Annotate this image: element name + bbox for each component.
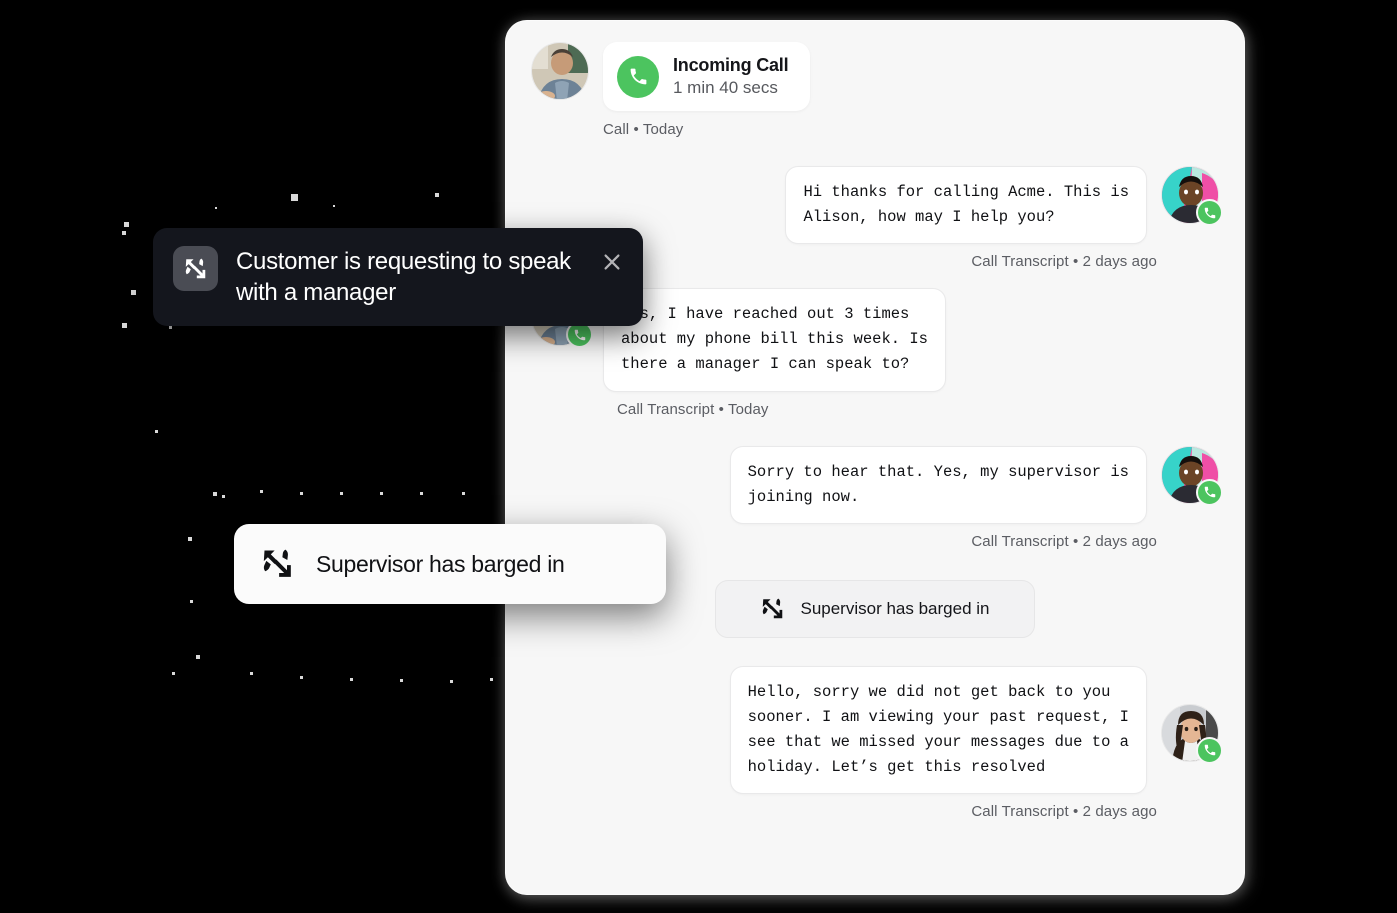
message-meta: Call Transcript • Today [617,400,769,418]
close-icon[interactable] [601,251,623,273]
conversation-scroll-area[interactable]: Incoming Call 1 min 40 secs Call • Today… [505,20,1245,895]
speckle-dot [124,222,129,227]
toast-message: Customer is requesting to speak with a m… [236,248,571,306]
speckle-dot [122,231,126,235]
speckle-dot [122,323,127,328]
conversation-panel: Incoming Call 1 min 40 secs Call • Today… [505,20,1245,895]
incoming-call-header: Incoming Call 1 min 40 secs Call • Today [531,42,1219,138]
message-group-supervisor-reply: Hello, sorry we did not get back to you … [531,665,1223,821]
speckle-dot [169,326,172,329]
toast-icon-container [173,246,218,291]
speckle-dot [490,678,493,681]
speckle-dot [172,672,175,675]
speckle-dot [350,678,353,681]
speckle-dot [222,495,225,498]
message-meta: Call Transcript • 2 days ago [971,803,1157,821]
incoming-call-duration: 1 min 40 secs [673,78,778,97]
phone-barge-in-icon [763,598,783,619]
speckle-dot [333,205,335,207]
speckle-dot [188,537,192,541]
system-event-label: Supervisor has barged in [800,598,990,618]
speckle-dot [131,290,136,295]
speckle-dot [462,492,465,495]
supervisor-barged-in-chip[interactable]: Supervisor has barged in [715,579,1035,638]
speckle-dot [215,207,217,209]
speckle-dot [190,600,193,603]
phone-barge-in-icon [263,549,291,577]
speckle-dot [435,193,439,197]
speckle-dot [450,680,453,683]
phone-icon [1196,199,1223,226]
speckle-dot [213,492,217,496]
supervisor-avatar[interactable] [1161,703,1223,764]
phone-icon [1196,736,1223,764]
incoming-call-title: Incoming Call [673,55,789,75]
phone-barge-in-icon [185,258,205,278]
speckle-dot [196,655,200,659]
speckle-dot [250,672,253,675]
screenshot-root: Incoming Call 1 min 40 secs Call • Today… [0,0,1397,913]
phone-icon [1196,478,1223,506]
speckle-dot [400,679,403,682]
speckle-dot [291,194,298,201]
toast-supervisor-barged[interactable]: Supervisor has barged in [234,524,666,604]
agent-avatar[interactable] [1161,445,1223,506]
toast-message: Supervisor has barged in [316,550,565,577]
message-bubble[interactable]: Hello, sorry we did not get back to you … [729,665,1147,795]
toast-manager-request[interactable]: Customer is requesting to speak with a m… [153,228,643,327]
customer-avatar[interactable] [531,42,589,100]
speckle-dot [300,676,303,679]
message-bubble[interactable]: Yes, I have reached out 3 times about my… [603,288,946,392]
incoming-call-meta: Call • Today [603,121,684,138]
speckle-dot [260,490,263,493]
table-row: Hello, sorry we did not get back to you … [531,665,1223,795]
message-bubble[interactable]: Hi thanks for calling Acme. This is Alis… [785,166,1147,245]
speckle-dot [340,492,343,495]
phone-icon [617,55,659,98]
agent-avatar[interactable] [1161,166,1223,226]
speckle-dot [300,492,303,495]
speckle-dot [380,492,383,495]
customer-avatar-photo [531,42,589,100]
incoming-call-card[interactable]: Incoming Call 1 min 40 secs [603,42,811,111]
message-bubble[interactable]: Sorry to hear that. Yes, my supervisor i… [729,445,1147,524]
table-row: Sorry to hear that. Yes, my supervisor i… [531,445,1223,524]
speckle-dot [420,492,423,495]
speckle-dot [155,430,158,433]
